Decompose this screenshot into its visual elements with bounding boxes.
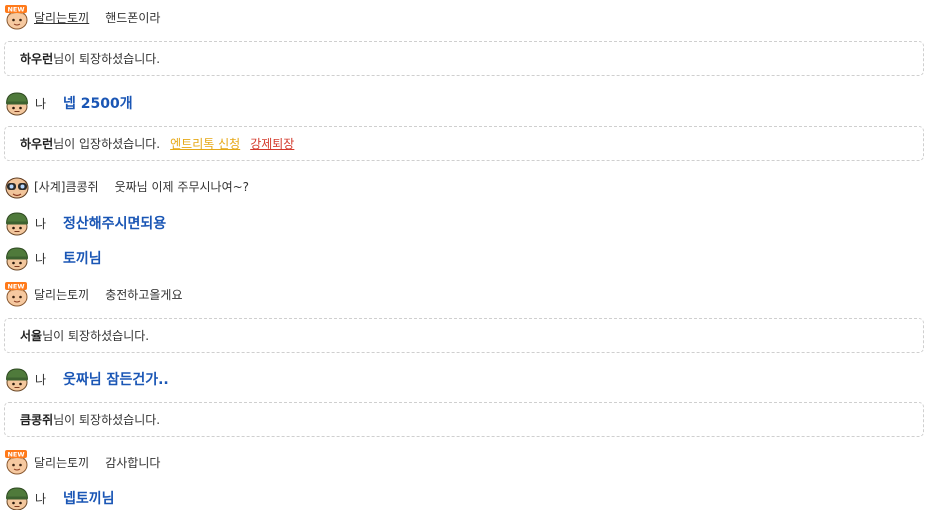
user-nickname[interactable]: 달리는토끼 — [34, 454, 89, 471]
me-label: 나 — [35, 372, 47, 387]
rabbit-new-avatar-icon — [4, 4, 30, 30]
message-text: 핸드폰이라 — [105, 10, 161, 25]
notice-text: 님이 퇴장하셨습니다. — [42, 329, 150, 343]
system-notice: 서율 님이 퇴장하셨습니다. — [4, 318, 924, 353]
message-text: 감사합니다 — [105, 455, 161, 470]
system-notice: 큼콩쥐 님이 퇴장하셨습니다. — [4, 402, 924, 437]
system-notice: 하우런 님이 퇴장하셨습니다. — [4, 41, 924, 76]
system-notice: 하우런 님이 입장하셨습니다. 엔트리톡 신청 강제퇴장 — [4, 126, 924, 161]
me-label: 나 — [35, 491, 47, 506]
my-message-text: 토끼님 — [63, 251, 102, 267]
my-message-text: 웃짜님 잠든건가.. — [63, 372, 169, 388]
chat-message-other: [사계]큼콩쥐 웃짜님 이제 주무시나여~? — [4, 173, 926, 199]
soldier-helmet-avatar-icon — [4, 245, 30, 271]
goggles-avatar-icon — [4, 173, 30, 199]
user-nickname[interactable]: [사계]큼콩쥐 — [34, 178, 99, 195]
soldier-helmet-avatar-icon — [4, 210, 30, 236]
rabbit-new-avatar-icon — [4, 449, 30, 475]
chat-message-me: 나 웃짜님 잠든건가.. — [4, 366, 926, 392]
my-message-text: 넵 2500개 — [63, 96, 133, 112]
entry-talk-request-link[interactable]: 엔트리톡 신청 — [170, 135, 240, 152]
my-message-text: 정산해주시면되용 — [63, 216, 167, 232]
chat-message-other: 달리는토끼 감사합니다 — [4, 449, 926, 475]
me-label: 나 — [35, 96, 47, 111]
me-label: 나 — [35, 216, 47, 231]
chat-log: 달리는토끼 핸드폰이라 하우런 님이 퇴장하셨습니다. 나 넵 2500개 하우… — [0, 0, 934, 510]
soldier-helmet-avatar-icon — [4, 485, 30, 510]
rabbit-new-avatar-icon — [4, 281, 30, 307]
chat-message-me: 나 넵토끼님 — [4, 485, 926, 510]
notice-text: 님이 퇴장하셨습니다. — [53, 52, 161, 66]
notice-nickname: 서율 — [20, 329, 43, 343]
notice-nickname: 하우런 — [20, 52, 54, 66]
user-nickname[interactable]: 달리는토끼 — [34, 286, 89, 303]
chat-message-me: 나 정산해주시면되용 — [4, 210, 926, 236]
message-text: 웃짜님 이제 주무시나여~? — [114, 179, 250, 194]
soldier-helmet-avatar-icon — [4, 90, 30, 116]
soldier-helmet-avatar-icon — [4, 366, 30, 392]
chat-message-other: 달리는토끼 핸드폰이라 — [4, 4, 926, 30]
chat-message-other: 달리는토끼 충전하고올게요 — [4, 281, 926, 307]
message-text: 충전하고올게요 — [105, 287, 183, 302]
notice-nickname: 하우런 — [20, 137, 54, 151]
me-label: 나 — [35, 251, 47, 266]
user-nickname[interactable]: 달리는토끼 — [34, 9, 89, 26]
notice-nickname: 큼콩쥐 — [20, 413, 54, 427]
my-message-text: 넵토끼님 — [63, 491, 115, 507]
notice-text: 님이 퇴장하셨습니다. — [53, 413, 161, 427]
chat-message-me: 나 토끼님 — [4, 245, 926, 271]
force-exit-link[interactable]: 강제퇴장 — [250, 135, 294, 152]
chat-message-me: 나 넵 2500개 — [4, 90, 926, 116]
notice-text: 님이 입장하셨습니다. — [53, 137, 161, 151]
